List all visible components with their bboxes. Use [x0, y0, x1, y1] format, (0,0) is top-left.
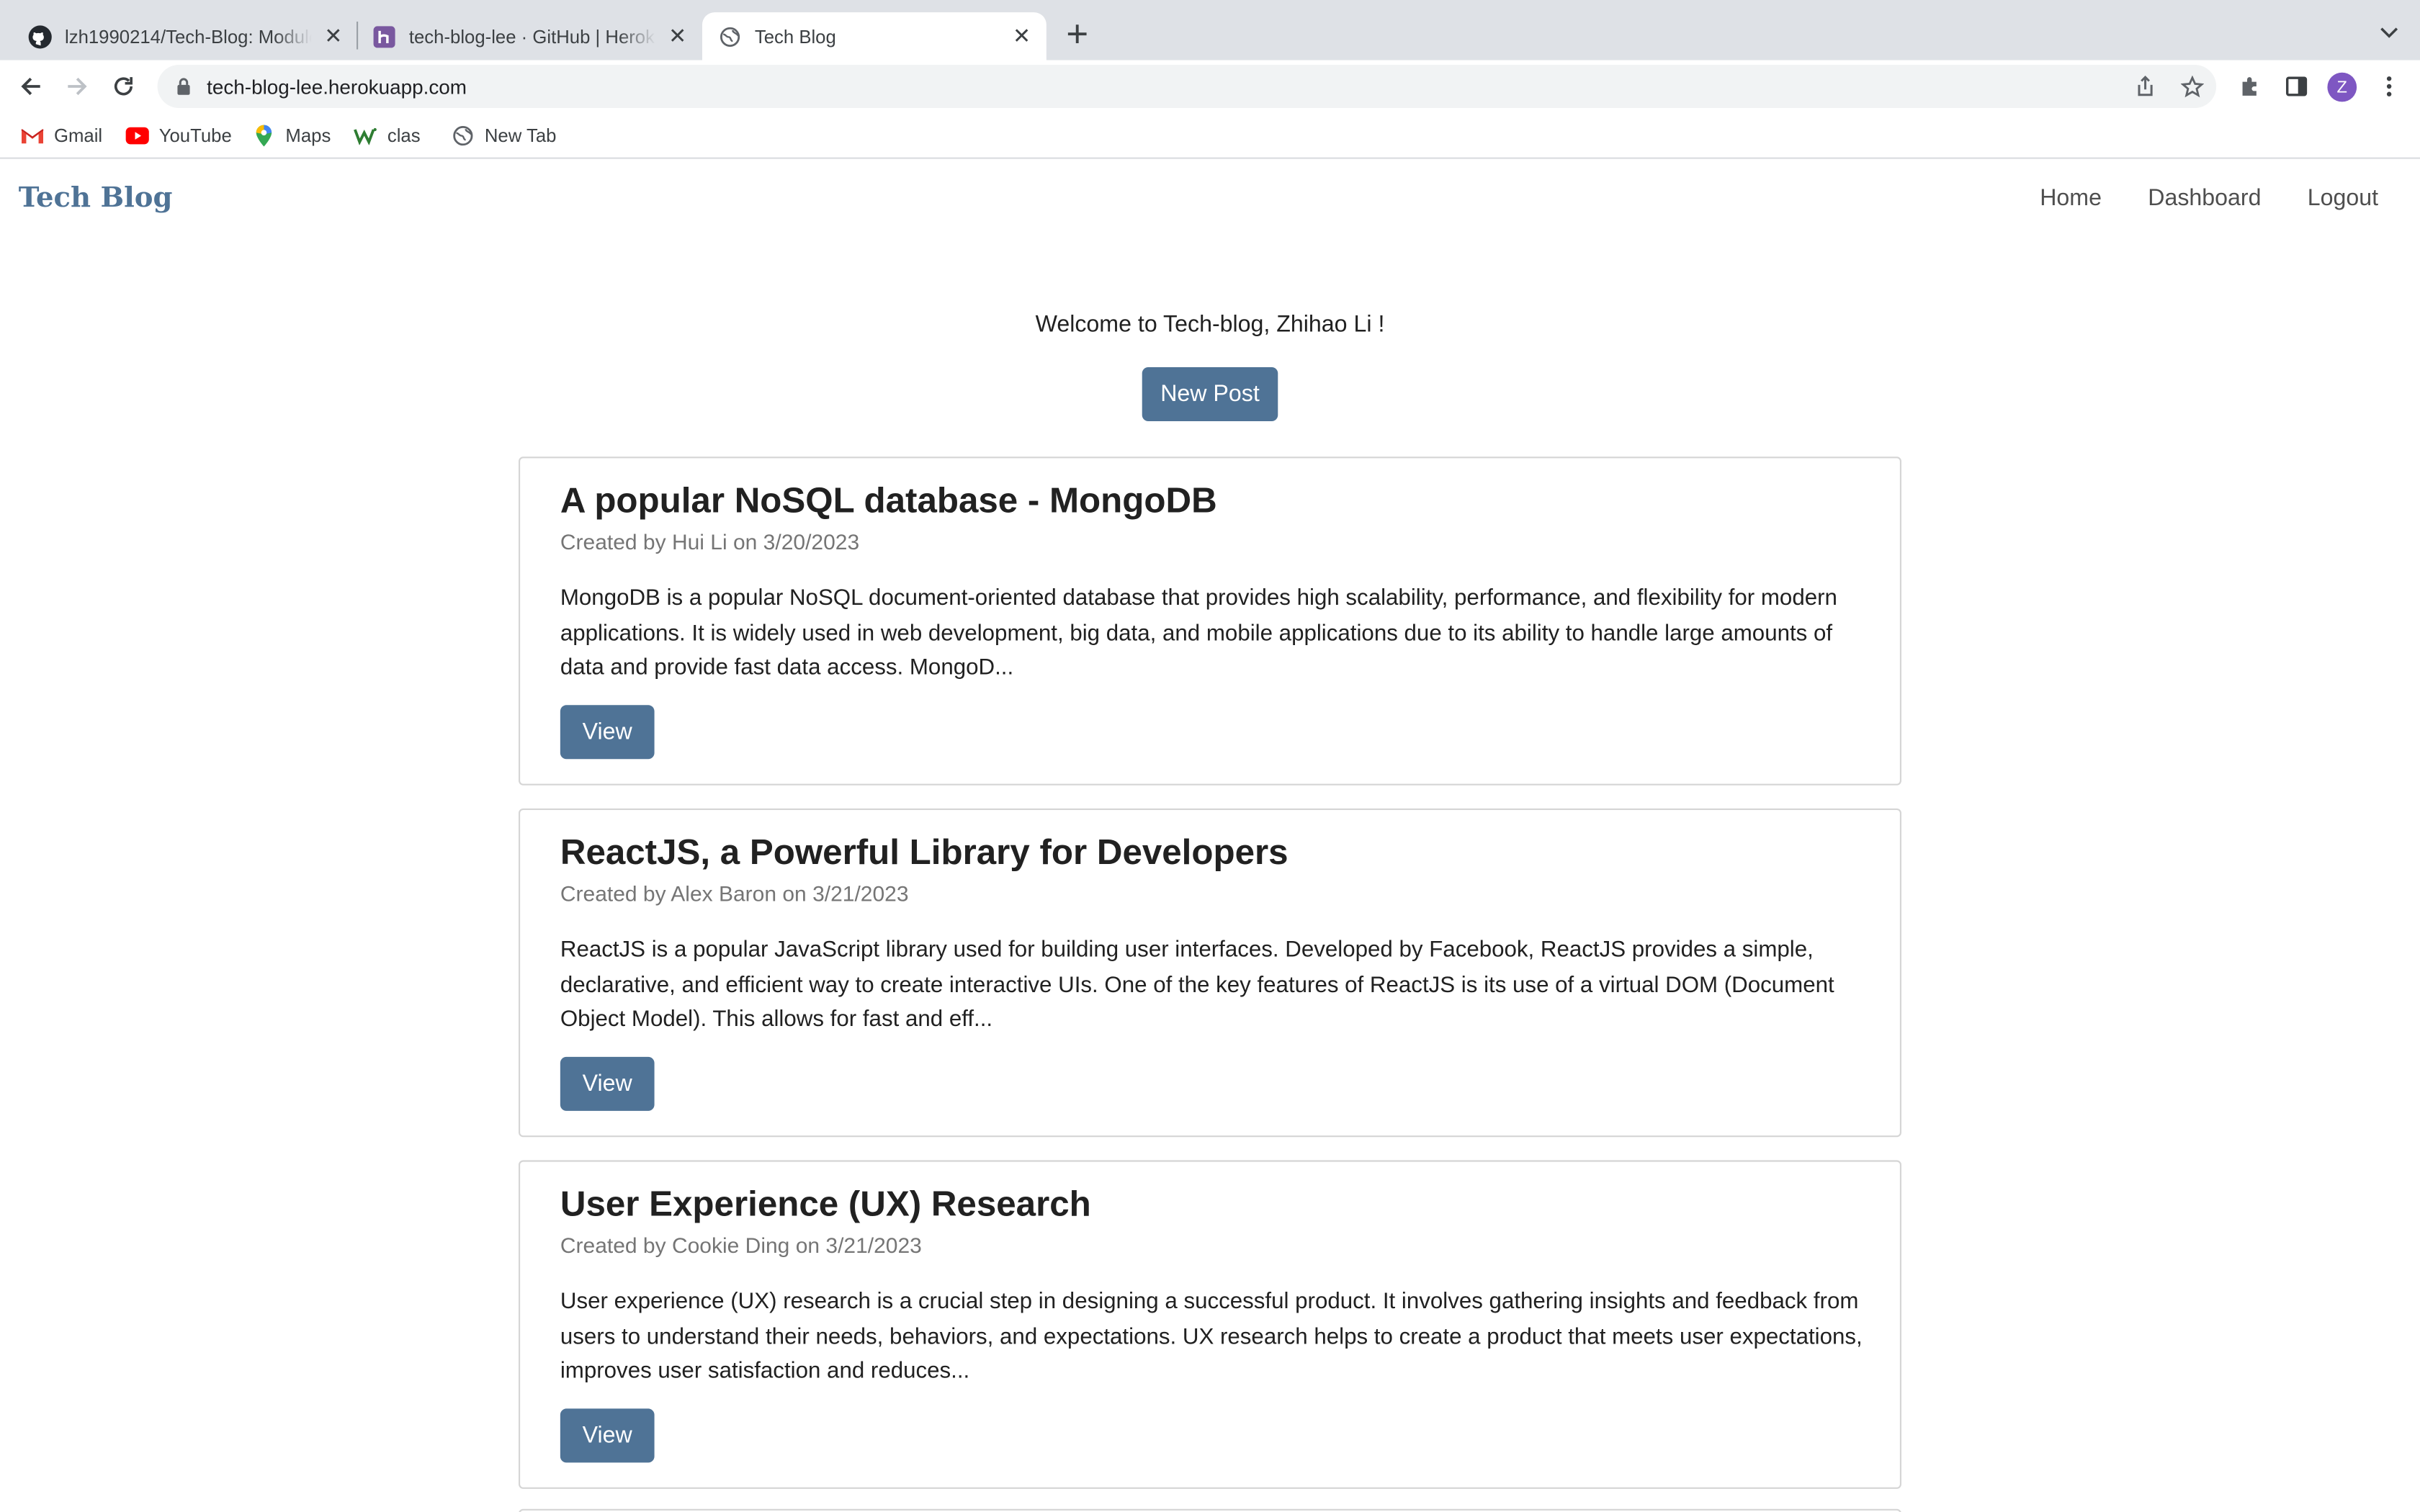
bookmark-new-tab[interactable]: New Tab [451, 123, 557, 148]
youtube-icon [125, 123, 150, 148]
post-excerpt: ReactJS is a popular JavaScript library … [560, 937, 1834, 1032]
nav-home-link[interactable]: Home [2040, 185, 2102, 211]
post-excerpt: MongoDB is a popular NoSQL document-orie… [560, 586, 1837, 680]
post-card: User Experience (UX) Research Created by… [519, 1160, 1901, 1489]
site-logo[interactable]: Tech Blog [19, 182, 173, 215]
tab-title: tech-blog-lee · GitHub | Heroku [408, 25, 656, 48]
star-icon[interactable] [2178, 73, 2206, 101]
bookmark-label: Maps [285, 125, 331, 147]
bookmark-label: YouTube [158, 125, 232, 147]
globe-icon [451, 123, 475, 148]
bookmark-label: clas [387, 125, 421, 147]
arrow-right-icon [68, 77, 87, 96]
back-button[interactable] [12, 68, 49, 104]
side-panel-icon [2285, 76, 2308, 96]
tab-title: lzh1990214/Tech-Blog: Module [65, 25, 312, 48]
gmail-icon [20, 123, 45, 148]
post-card: ReactJS, a Powerful Library for Develope… [519, 808, 1901, 1138]
tab-github[interactable]: lzh1990214/Tech-Blog: Module ✕ [15, 12, 358, 60]
post-title[interactable]: ReactJS, a Powerful Library for Develope… [560, 832, 1289, 873]
close-icon[interactable]: ✕ [321, 23, 346, 48]
post-card [519, 1508, 1901, 1512]
plus-icon [1067, 24, 1087, 43]
arrow-left-icon [21, 77, 40, 96]
kebab-menu-icon [2386, 76, 2392, 96]
nav-logout-link[interactable]: Logout [2308, 185, 2378, 211]
chevron-down-icon [2380, 27, 2398, 38]
extensions-button[interactable] [2232, 68, 2269, 104]
view-post-button[interactable]: View [560, 1408, 655, 1463]
menu-button[interactable] [2370, 68, 2407, 104]
bookmarks-bar: Gmail YouTube Maps clas New Tab [0, 112, 2420, 159]
share-icon[interactable] [2131, 73, 2159, 101]
bookmark-clas[interactable]: clas [354, 123, 421, 148]
url-text: tech-blog-lee.herokuapp.com [207, 74, 467, 99]
w-icon [354, 123, 378, 148]
globe-icon [717, 24, 742, 48]
post-meta: Created by Hui Li on 3/20/2023 [560, 529, 860, 554]
welcome-message: Welcome to Tech-blog, Zhihao Li ! [1035, 311, 1385, 338]
new-post-button[interactable]: New Post [1142, 366, 1278, 421]
page-content: Tech Blog Home Dashboard Logout Welcome … [0, 160, 2420, 1512]
site-nav: Home Dashboard Logout [2040, 185, 2378, 211]
lock-icon[interactable] [173, 76, 194, 97]
bookmark-label: New Tab [484, 125, 557, 147]
close-icon[interactable]: ✕ [666, 23, 690, 48]
close-icon[interactable]: ✕ [1009, 23, 1034, 48]
tab-title: Tech Blog [754, 25, 836, 48]
tab-heroku[interactable]: tech-blog-lee · GitHub | Heroku ✕ [359, 12, 702, 60]
tab-divider [356, 22, 359, 50]
post-meta: Created by Alex Baron on 3/21/2023 [560, 881, 909, 906]
new-tab-button[interactable] [1062, 19, 1093, 50]
puzzle-icon [2242, 77, 2257, 96]
address-bar[interactable]: tech-blog-lee.herokuapp.com [157, 65, 2217, 108]
tab-strip: lzh1990214/Tech-Blog: Module ✕ tech-blog… [0, 0, 2420, 60]
reload-button[interactable] [105, 68, 142, 104]
nav-dashboard-link[interactable]: Dashboard [2148, 185, 2261, 211]
github-icon [28, 24, 53, 48]
post-excerpt: User experience (UX) research is a cruci… [560, 1290, 1863, 1385]
tab-search-button[interactable] [2377, 20, 2401, 45]
browser-toolbar: tech-blog-lee.herokuapp.com Z [0, 60, 2420, 113]
maps-icon [251, 123, 276, 148]
bookmark-gmail[interactable]: Gmail [20, 123, 102, 148]
post-card: A popular NoSQL database - MongoDB Creat… [519, 456, 1901, 786]
post-title[interactable]: User Experience (UX) Research [560, 1184, 1091, 1225]
avatar[interactable]: Z [2327, 72, 2357, 102]
tab-tech-blog[interactable]: Tech Blog ✕ [702, 12, 1047, 60]
bookmark-maps[interactable]: Maps [251, 123, 331, 148]
side-panel-button[interactable] [2278, 68, 2315, 104]
post-title[interactable]: A popular NoSQL database - MongoDB [560, 480, 1217, 521]
bookmark-label: Gmail [54, 125, 103, 147]
reload-icon [114, 77, 133, 96]
forward-button[interactable] [58, 68, 95, 104]
view-post-button[interactable]: View [560, 705, 655, 760]
view-post-button[interactable]: View [560, 1056, 655, 1111]
heroku-icon [372, 24, 396, 48]
post-meta: Created by Cookie Ding on 3/21/2023 [560, 1233, 922, 1258]
bookmark-youtube[interactable]: YouTube [125, 123, 232, 148]
